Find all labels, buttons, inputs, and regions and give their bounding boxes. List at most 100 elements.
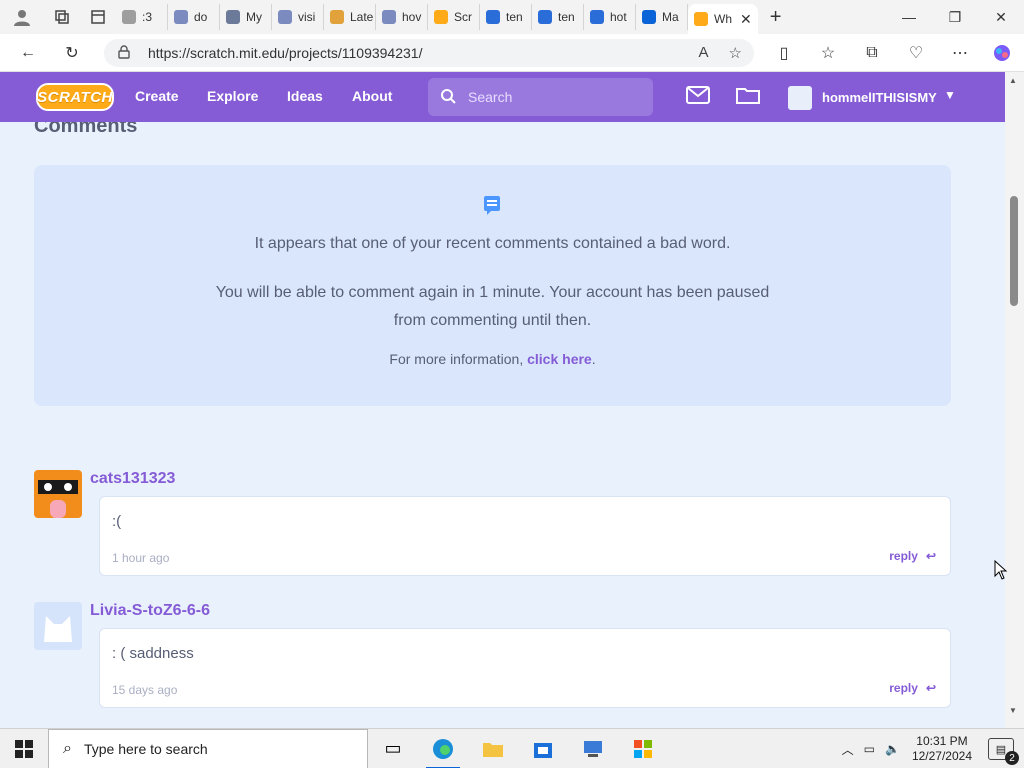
browser-tab[interactable]: visi — [272, 4, 324, 30]
workspaces-icon[interactable] — [44, 0, 80, 34]
url-field[interactable]: https://scratch.mit.edu/projects/1109394… — [104, 39, 754, 67]
reply-arrow-icon: ↩ — [925, 681, 936, 695]
reply-button[interactable]: reply ↩ — [889, 549, 936, 563]
refresh-button[interactable]: ↻ — [58, 40, 86, 66]
reply-arrow-icon: ↩ — [925, 549, 936, 563]
address-bar: ← ↻ https://scratch.mit.edu/projects/110… — [0, 34, 1024, 72]
comments-title: Comments — [34, 122, 138, 137]
close-tab-icon[interactable]: ✕ — [740, 11, 752, 28]
clock-date: 12/27/2024 — [911, 749, 972, 763]
click-here-link[interactable]: click here — [527, 351, 592, 367]
tab-label: visi — [298, 10, 316, 24]
commenter-avatar[interactable] — [34, 470, 82, 518]
user-avatar[interactable] — [788, 86, 812, 110]
reply-label: reply — [889, 549, 918, 563]
tab-label: Ma — [662, 10, 679, 24]
browser-tab[interactable]: My — [220, 4, 272, 30]
file-explorer-icon[interactable] — [468, 729, 518, 768]
tab-favicon-icon — [226, 10, 240, 24]
messages-icon[interactable] — [686, 86, 710, 109]
browser-tab[interactable]: :3 — [116, 4, 168, 30]
tab-actions-icon[interactable] — [80, 0, 116, 34]
performance-icon[interactable]: ♡ — [902, 40, 930, 66]
scratch-navbar: SCRATCH Create Explore Ideas About Searc… — [0, 72, 1005, 122]
comment-item: :( 1 hour ago reply ↩ — [99, 496, 951, 576]
computer-app-icon[interactable] — [568, 729, 618, 768]
tab-favicon-icon — [486, 10, 500, 24]
system-clock[interactable]: 10:31 PM 12/27/2024 — [912, 734, 972, 764]
new-tab-button[interactable]: + — [758, 4, 794, 30]
nav-ideas[interactable]: Ideas — [287, 88, 323, 104]
reply-button[interactable]: reply ↩ — [889, 681, 936, 695]
windows-start-icon[interactable] — [0, 729, 48, 768]
comment-time: 15 days ago — [112, 683, 178, 697]
browser-tab[interactable]: ten — [532, 4, 584, 30]
browser-tab[interactable]: Scr — [428, 4, 480, 30]
tab-label: do — [194, 10, 208, 24]
tray-expand-icon[interactable]: ︿ — [842, 741, 854, 758]
browser-tab[interactable]: hov — [376, 4, 428, 30]
profile-icon[interactable] — [0, 0, 44, 34]
username-label[interactable]: hommelITHISISMY — [822, 90, 937, 105]
network-icon[interactable]: ▭ — [864, 742, 875, 756]
tab-label: My — [246, 10, 262, 24]
favorites-icon[interactable]: ☆ — [814, 40, 842, 66]
store-icon[interactable] — [518, 729, 568, 768]
browser-tab[interactable]: do — [168, 4, 220, 30]
windows-logo-app-icon[interactable] — [618, 729, 668, 768]
tab-favicon-icon — [642, 10, 656, 24]
search-input[interactable]: Search — [428, 78, 653, 116]
windows-taskbar: ⌕ Type here to search ▭ ︿ ▭ 🔈 10:31 PM 1… — [0, 728, 1024, 768]
collections-icon[interactable]: ⧉ — [858, 40, 886, 66]
minimize-icon[interactable]: — — [886, 0, 932, 34]
comment-item: : ( saddness 15 days ago reply ↩ — [99, 628, 951, 708]
scratch-favicon-icon — [694, 12, 708, 26]
browser-tab[interactable]: Late — [324, 4, 376, 30]
close-window-icon[interactable]: ✕ — [978, 0, 1024, 34]
chevron-down-icon[interactable]: ▼ — [944, 88, 956, 102]
nav-about[interactable]: About — [352, 88, 392, 104]
favorite-star-icon[interactable]: ☆ — [729, 44, 742, 62]
scroll-thumb[interactable] — [1010, 196, 1018, 306]
page-scrollbar[interactable]: ▲ ▼ — [1005, 72, 1024, 728]
split-screen-icon[interactable]: ▯ — [770, 40, 798, 66]
commenter-avatar[interactable] — [34, 602, 82, 650]
nav-create[interactable]: Create — [135, 88, 179, 104]
browser-tab[interactable]: Ma — [636, 4, 688, 30]
comment-username[interactable]: Livia-S-toZ6-6-6 — [90, 602, 210, 620]
tab-favicon-icon — [330, 10, 344, 24]
scratch-logo[interactable]: SCRATCH — [36, 83, 114, 111]
project-comments-section: Comments It appears that one of your rec… — [0, 122, 1005, 728]
tab-favicon-icon — [122, 10, 136, 24]
copilot-icon[interactable] — [988, 40, 1016, 66]
comment-text: :( — [112, 513, 122, 530]
tab-label: Scr — [454, 10, 472, 24]
tab-favicon-icon — [434, 10, 448, 24]
task-view-icon[interactable]: ▭ — [368, 729, 418, 768]
tab-label: ten — [558, 10, 575, 24]
back-button[interactable]: ← — [14, 40, 42, 66]
browser-tab[interactable]: hot — [584, 4, 636, 30]
browser-tab[interactable]: ten — [480, 4, 532, 30]
taskbar-search-input[interactable]: ⌕ Type here to search — [48, 728, 368, 768]
comment-username[interactable]: cats131323 — [90, 470, 175, 488]
settings-menu-icon[interactable]: ⋯ — [946, 40, 974, 66]
scroll-up-icon[interactable]: ▲ — [1009, 76, 1017, 85]
url-text: https://scratch.mit.edu/projects/1109394… — [148, 45, 423, 61]
notice-line-3: For more information, click here. — [34, 351, 951, 367]
volume-icon[interactable]: 🔈 — [885, 742, 900, 756]
comment-text: : ( saddness — [112, 645, 194, 662]
notice-line-2: You will be able to comment again in 1 m… — [215, 284, 770, 329]
notifications-icon[interactable]: ▤ 2 — [988, 738, 1019, 765]
reply-label: reply — [889, 681, 918, 695]
read-aloud-icon[interactable]: A — [699, 44, 709, 62]
scroll-down-icon[interactable]: ▼ — [1009, 706, 1017, 715]
tab-list: :3 do My visi Late hov Scr ten ten hot Ma — [116, 0, 688, 34]
tab-favicon-icon — [590, 10, 604, 24]
nav-explore[interactable]: Explore — [207, 88, 258, 104]
my-stuff-folder-icon[interactable] — [736, 86, 760, 109]
taskbar-search-placeholder: Type here to search — [83, 740, 208, 757]
restore-icon[interactable]: ❐ — [932, 0, 978, 34]
edge-browser-icon[interactable] — [418, 729, 468, 768]
tab-active-scratch[interactable]: Wh ✕ — [688, 4, 758, 34]
